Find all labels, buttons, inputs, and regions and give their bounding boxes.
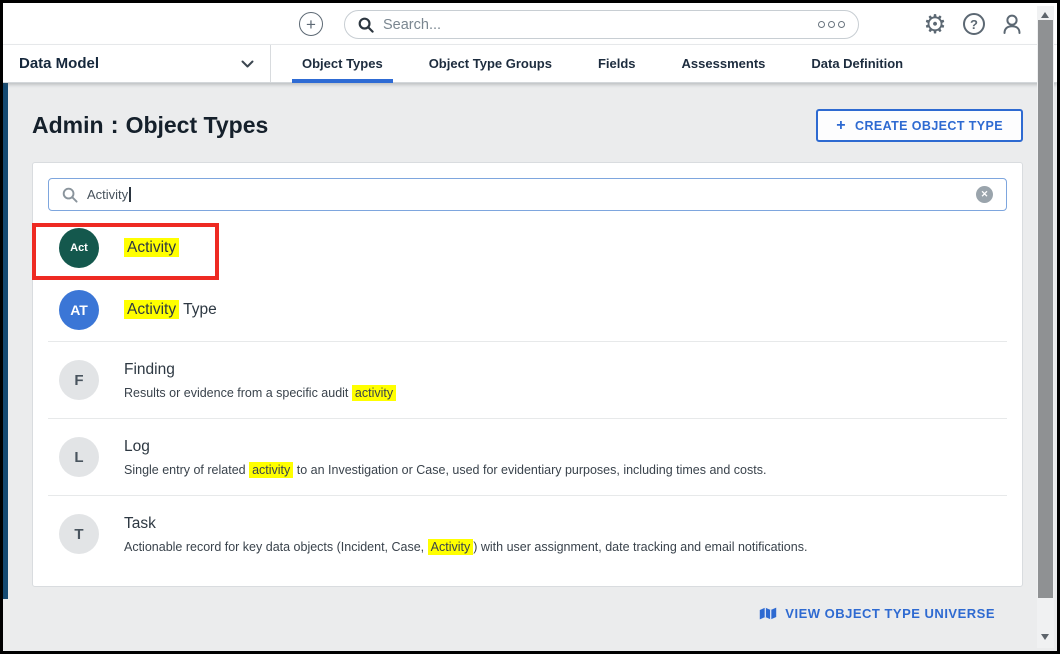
user-icon[interactable] [999, 11, 1025, 37]
create-object-type-button[interactable]: + CREATE OBJECT TYPE [816, 109, 1023, 142]
result-row[interactable]: T Task Actionable record for key data obje… [48, 495, 1007, 572]
scroll-down-arrow-icon[interactable] [1041, 634, 1049, 640]
result-description: Actionable record for key data objects (… [124, 538, 808, 555]
text-cursor [129, 187, 131, 202]
result-row[interactable]: L Log Single entry of related activity to … [48, 418, 1007, 495]
object-type-avatar: AT [59, 290, 99, 330]
description-segment: Single entry of related [124, 462, 250, 477]
scrollbar-thumb[interactable] [1038, 20, 1053, 598]
search-input-value: Activity [87, 187, 129, 202]
title-segment: Finding [124, 360, 175, 378]
result-title: Activity Type [124, 300, 217, 319]
object-type-avatar: T [59, 514, 99, 554]
search-term-highlight: Activity [124, 238, 180, 257]
gear-icon[interactable]: ⚙ [922, 11, 948, 37]
tab-fields[interactable]: Fields [588, 45, 646, 82]
tab-object-type-groups[interactable]: Object Type Groups [419, 45, 562, 82]
magnifier-icon [358, 17, 374, 33]
clear-search-icon[interactable]: ✕ [976, 186, 993, 203]
page-header: Admin : Object Types + CREATE OBJECT TYP… [3, 83, 1057, 142]
context-selector-label: Data Model [19, 55, 100, 72]
search-term-highlight: Activity [124, 300, 180, 319]
view-object-type-universe-link[interactable]: VIEW OBJECT TYPE UNIVERSE [759, 606, 995, 621]
panel-footer: VIEW OBJECT TYPE UNIVERSE [3, 606, 995, 621]
view-object-type-universe-label: VIEW OBJECT TYPE UNIVERSE [785, 606, 995, 621]
search-term-highlight: Activity [427, 538, 474, 555]
result-title: Activity [124, 238, 180, 257]
result-row[interactable]: AT Activity Type [48, 279, 1007, 341]
result-title: Log [124, 438, 766, 456]
title-segment: Log [124, 437, 150, 455]
tab-assessments[interactable]: Assessments [672, 45, 776, 82]
result-text: Task Actionable record for key data objec… [124, 515, 808, 555]
object-type-avatar: F [59, 360, 99, 400]
magnifier-icon [62, 187, 78, 203]
description-segment: Results or evidence from a specific audi… [124, 385, 352, 400]
map-icon [760, 607, 777, 620]
nav-bar: Data Model Object Types Object Type Grou… [3, 45, 1057, 83]
global-search-input[interactable]: Search... [344, 10, 859, 39]
scroll-up-arrow-icon[interactable] [1041, 12, 1049, 18]
result-row[interactable]: F Finding Results or evidence from a speci… [48, 341, 1007, 418]
object-type-search-input[interactable]: Activity ✕ [48, 178, 1007, 211]
result-description: Single entry of related activity to an I… [124, 461, 767, 478]
question-circle-icon[interactable]: ? [961, 11, 987, 37]
plus-icon: + [836, 116, 847, 134]
object-types-panel: Activity ✕ Act Activity AT Activity Type F Fi… [32, 162, 1023, 587]
context-selector-data-model[interactable]: Data Model [3, 45, 271, 82]
top-bar: + Search... ⚙ ? [3, 3, 1057, 45]
search-term-highlight: activity [249, 461, 294, 478]
app-window: + Search... ⚙ ? Data Model Object Types … [0, 0, 1060, 654]
title-segment: Task [124, 514, 156, 532]
result-row[interactable]: Act Activity [48, 217, 1007, 279]
search-term-highlight: activity [351, 384, 397, 401]
create-object-type-label: CREATE OBJECT TYPE [855, 118, 1003, 133]
result-description: Results or evidence from a specific audi… [124, 384, 397, 401]
plus-circle-icon[interactable]: + [299, 12, 323, 36]
result-text: Finding Results or evidence from a specif… [124, 361, 397, 401]
object-type-avatar: Act [59, 228, 99, 268]
title-segment: Type [179, 301, 217, 318]
tab-bar: Object Types Object Type Groups Fields A… [279, 45, 926, 83]
page-title: Admin : Object Types [32, 112, 268, 140]
kebab-horizontal-icon[interactable] [818, 21, 845, 28]
global-search-placeholder: Search... [383, 16, 442, 33]
page-title-text: Object Types [125, 111, 269, 138]
page-title-separator: : [110, 111, 119, 139]
description-segment: ) with user assignment, date tracking an… [473, 539, 808, 554]
page-title-prefix: Admin [32, 111, 104, 138]
page-content: Admin : Object Types + CREATE OBJECT TYP… [3, 83, 1057, 651]
object-type-avatar: L [59, 437, 99, 477]
description-segment: Actionable record for key data objects (… [124, 539, 428, 554]
tab-object-types[interactable]: Object Types [292, 45, 393, 83]
results-list: Act Activity AT Activity Type F Finding Result… [48, 217, 1007, 572]
description-segment: to an Investigation or Case, used for ev… [293, 462, 767, 477]
result-title: Task [124, 515, 807, 533]
result-text: Activity [124, 238, 180, 257]
chevron-down-icon [241, 60, 254, 67]
tab-data-definition[interactable]: Data Definition [801, 45, 913, 82]
result-text: Activity Type [124, 300, 217, 319]
content-left-border [3, 83, 8, 599]
result-text: Log Single entry of related activity to a… [124, 438, 767, 478]
result-title: Finding [124, 361, 396, 379]
vertical-scrollbar[interactable] [1037, 6, 1054, 648]
